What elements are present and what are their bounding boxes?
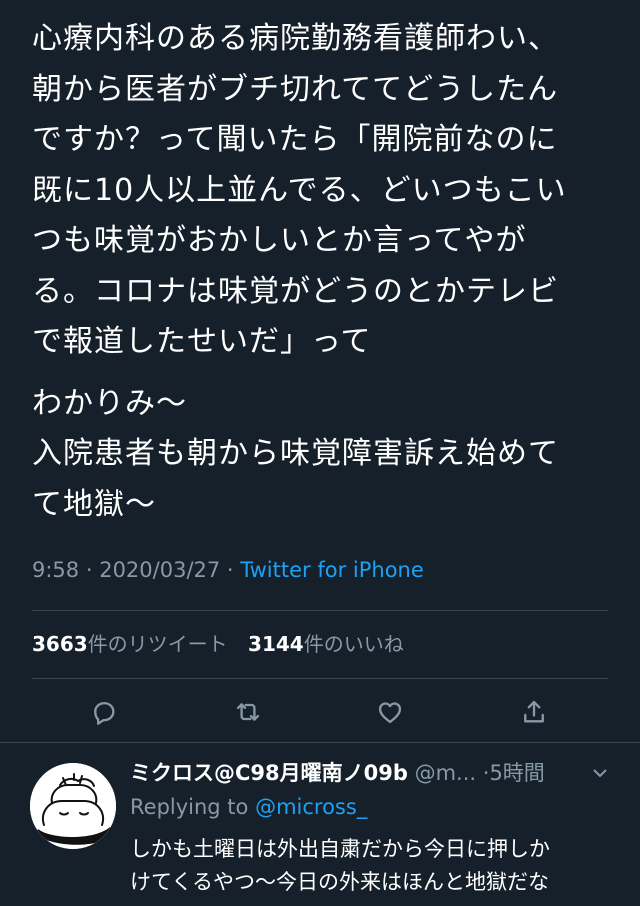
likes-count: 3144 — [248, 632, 304, 656]
likes-label: 件のいいね — [303, 632, 404, 656]
reply-time: 5時間 — [489, 761, 545, 785]
chevron-down-icon — [593, 769, 607, 778]
tweet-meta: 9:58 · 2020/03/27 · Twitter for iPhone — [32, 558, 424, 582]
share-icon — [524, 700, 544, 723]
tweet-line: 心療内科のある病院勤務看護師わい、 — [32, 21, 559, 56]
tweet-line: わかりみ〜 — [32, 385, 187, 421]
tweet-date: 2020/03/27 — [99, 558, 221, 582]
tweet-paragraph-1: 心療内科のある病院勤務看護師わい、 朝から医者がブチ切れててどうしたん ですか？… — [32, 14, 612, 368]
tweet-actions — [0, 694, 640, 730]
replying-prefix: Replying to — [130, 795, 256, 819]
tweet-line: て地獄〜 — [32, 486, 156, 522]
reply-line: しかも土曜日は外出自粛だから今日に押しか — [130, 837, 550, 861]
divider — [32, 678, 608, 679]
reply-author-handle[interactable]: @m... — [415, 761, 476, 785]
retweets-count: 3663 — [32, 632, 88, 656]
reply-header: ミクロス@C98月曜南ノ09b @m... ·5時間 — [130, 757, 620, 787]
tweet-source-link[interactable]: Twitter for iPhone — [240, 558, 424, 582]
avatar-drawing — [30, 763, 116, 849]
tweet-line: ですか？って聞いたら「開院前なのに — [32, 122, 558, 157]
tweet-line: 入院患者も朝から味覚障害訴え始めて — [32, 436, 559, 471]
reply-author-name[interactable]: ミクロス@C98月曜南ノ09b — [130, 761, 408, 785]
retweets-label: 件のリツイート — [87, 632, 228, 656]
retweet-icon — [236, 703, 260, 721]
tweet-line: 朝から医者がブチ切れててどうしたん — [32, 71, 559, 107]
tweet-stats: 3663件のリツイート 3144件のいいね — [32, 628, 418, 657]
reply-line: けてくるやつ〜今日の外来はほんと地獄だな — [130, 870, 549, 894]
replying-to: Replying to @micross_ — [130, 795, 367, 819]
retweets-stat[interactable]: 3663件のリツイート — [32, 632, 228, 656]
tweet-time: 9:58 — [32, 558, 80, 582]
share-button[interactable] — [516, 694, 552, 730]
retweet-button[interactable] — [230, 694, 266, 730]
tweet-text: 心療内科のある病院勤務看護師わい、 朝から医者がブチ切れててどうしたん ですか？… — [32, 14, 612, 530]
replying-to-mention[interactable]: @micross_ — [255, 795, 367, 819]
reply-button[interactable] — [86, 694, 122, 730]
reply-icon — [94, 702, 115, 725]
reply-menu-button[interactable] — [590, 763, 610, 783]
reply-tweet[interactable]: ミクロス@C98月曜南ノ09b @m... ·5時間 Replying to @… — [0, 743, 640, 906]
tweet-detail-page: 心療内科のある病院勤務看護師わい、 朝から医者がブチ切れててどうしたん ですか？… — [0, 0, 640, 906]
tweet-line: 既に10人以上並んでる、どいつもこい — [32, 172, 567, 208]
likes-stat[interactable]: 3144件のいいね — [248, 632, 404, 656]
meta-separator: · — [220, 558, 241, 582]
reply-text: しかも土曜日は外出自粛だから今日に押しか けてくるやつ〜今日の外来はほんと地獄だ… — [130, 833, 610, 899]
tweet-line: つも味覚がおかしいとか言ってやが — [32, 223, 527, 258]
divider — [32, 610, 608, 611]
like-icon — [378, 702, 402, 724]
tweet-paragraph-2: わかりみ〜 入院患者も朝から味覚障害訴え始めて て地獄〜 — [32, 379, 612, 531]
like-button[interactable] — [372, 694, 408, 730]
tweet-line: で報道したせいだ」って — [32, 324, 372, 359]
avatar[interactable] — [30, 763, 116, 849]
meta-separator: · — [79, 558, 100, 582]
tweet-line: る。コロナは味覚がどうのとかテレビ — [32, 273, 559, 309]
